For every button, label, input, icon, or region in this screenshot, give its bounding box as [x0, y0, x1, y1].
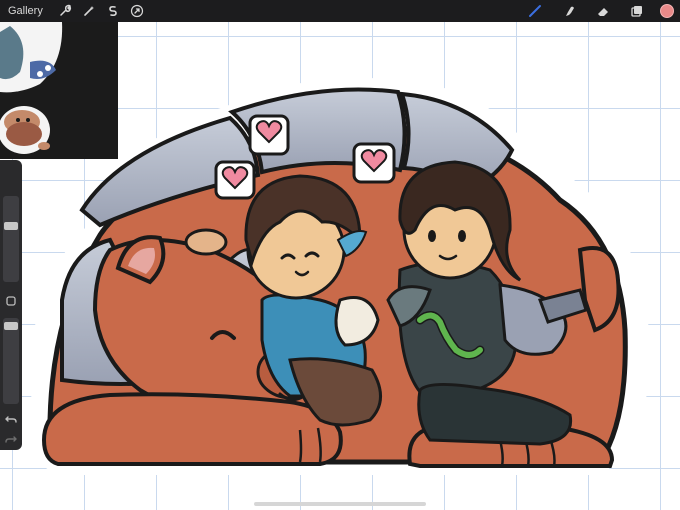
- magic-wand-icon[interactable]: [77, 0, 101, 22]
- smudge-icon[interactable]: [552, 0, 586, 22]
- creature-paw-left: [41, 392, 343, 466]
- transform-icon[interactable]: [125, 0, 149, 22]
- tan-patch: [184, 228, 228, 256]
- reference-image: [0, 22, 118, 159]
- selection-icon[interactable]: [101, 0, 125, 22]
- wrench-icon[interactable]: [53, 0, 77, 22]
- modify-square-icon[interactable]: [4, 294, 18, 308]
- undo-icon[interactable]: [4, 412, 18, 426]
- eraser-icon[interactable]: [586, 0, 620, 22]
- color-picker-button[interactable]: [660, 4, 674, 18]
- top-toolbar: Gallery: [0, 0, 680, 22]
- heart-bubble-1: [248, 114, 290, 156]
- left-sidebar: [0, 160, 22, 450]
- heart-bubble-2: [214, 160, 256, 200]
- redo-icon[interactable]: [4, 432, 18, 446]
- home-indicator[interactable]: [254, 502, 426, 506]
- reference-window[interactable]: [0, 22, 118, 159]
- layers-icon[interactable]: [620, 0, 654, 22]
- heart-bubble-3: [352, 142, 396, 184]
- opacity-thumb[interactable]: [4, 322, 18, 330]
- brush-icon[interactable]: [518, 0, 552, 22]
- gallery-button[interactable]: Gallery: [8, 5, 43, 17]
- procreate-app: Gallery: [0, 0, 680, 510]
- brush-size-thumb[interactable]: [4, 222, 18, 230]
- opacity-slider[interactable]: [3, 318, 19, 404]
- brush-size-slider[interactable]: [3, 196, 19, 282]
